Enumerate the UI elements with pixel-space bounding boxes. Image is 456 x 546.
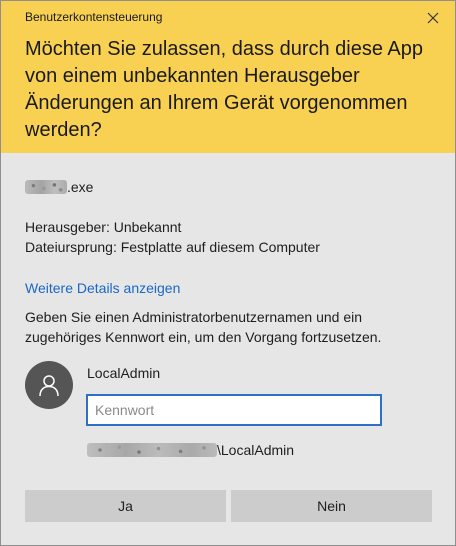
- yes-button[interactable]: Ja: [25, 490, 226, 522]
- no-button[interactable]: Nein: [231, 490, 432, 522]
- domain-user-suffix: \LocalAdmin: [217, 442, 295, 458]
- avatar: [25, 361, 73, 409]
- domain-user: \LocalAdmin: [87, 440, 294, 460]
- close-icon: [427, 12, 439, 24]
- user-name: LocalAdmin: [87, 365, 161, 381]
- redacted-domain: [87, 443, 217, 457]
- app-extension: .exe: [67, 179, 94, 195]
- file-origin-info: Dateiursprung: Festplatte auf diesem Com…: [25, 239, 320, 255]
- uac-question: Möchten Sie zulassen, dass durch diese A…: [25, 38, 424, 141]
- password-input[interactable]: [86, 394, 382, 426]
- more-details-link[interactable]: Weitere Details anzeigen: [25, 280, 180, 296]
- uac-dialog: Benutzerkontensteuerung Möchten Sie zula…: [0, 0, 456, 546]
- dialog-header: Benutzerkontensteuerung Möchten Sie zula…: [1, 1, 455, 153]
- publisher-info: Herausgeber: Unbekannt: [25, 219, 182, 235]
- user-icon: [39, 375, 59, 397]
- credential-instructions: Geben Sie einen Administratorbenutzernam…: [25, 309, 382, 345]
- redacted-app-name: [25, 180, 67, 194]
- close-button[interactable]: [411, 1, 455, 35]
- app-name: .exe: [25, 176, 93, 198]
- window-title: Benutzerkontensteuerung: [25, 10, 163, 24]
